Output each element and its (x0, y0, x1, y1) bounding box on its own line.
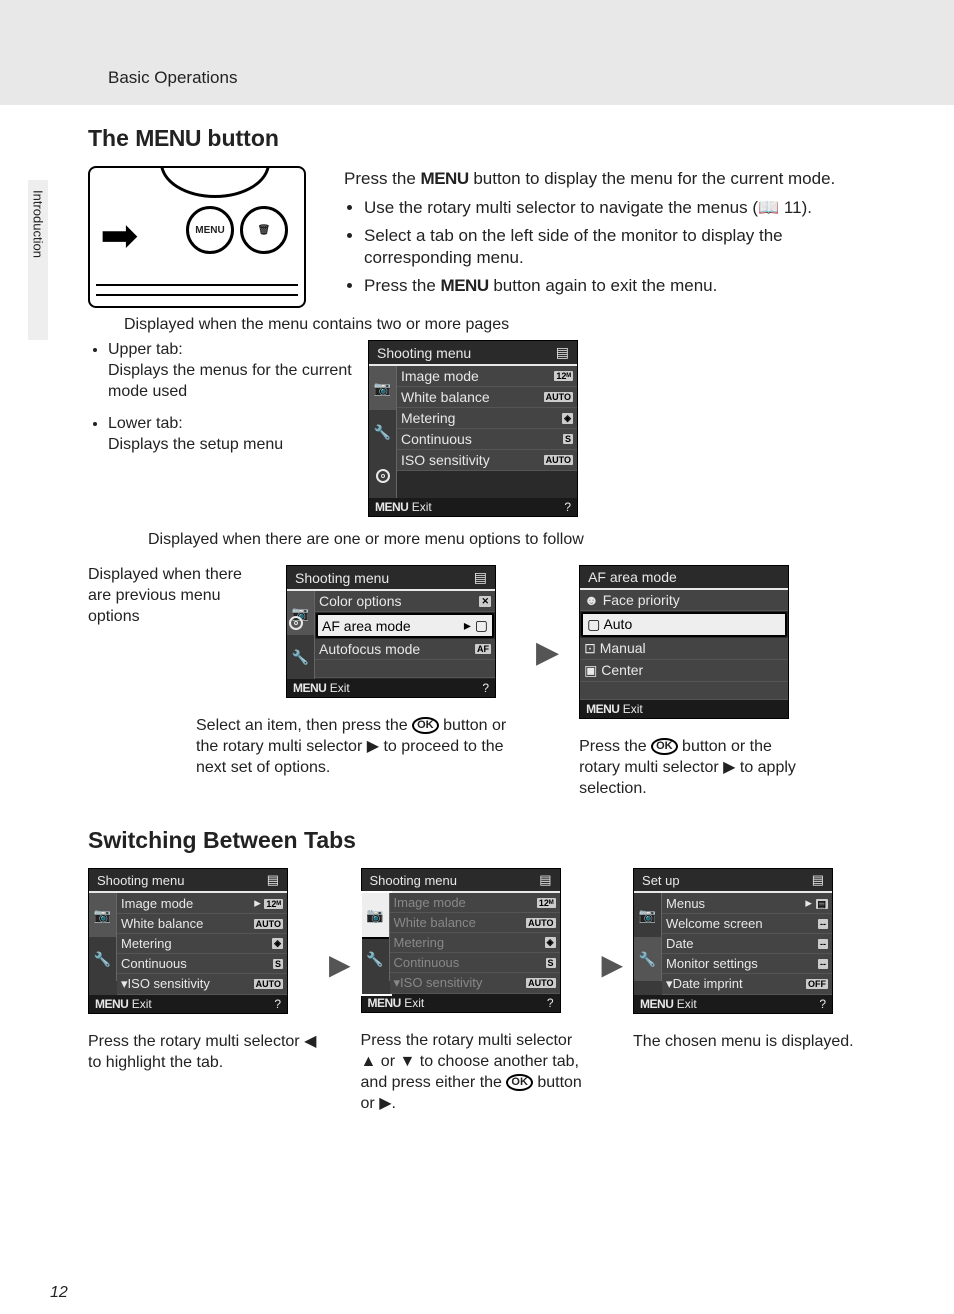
help-icon: ? (274, 997, 281, 1011)
camera-tab-icon: 📷 (362, 893, 390, 937)
camera-tab-icon: 📷 (287, 591, 315, 635)
arrow-icon: ➡ (100, 208, 139, 262)
ok-button-icon: OK (506, 1074, 533, 1091)
scroll-icon: ▤ (556, 344, 569, 361)
arrow-right-icon: ▶ (329, 948, 351, 981)
page-number: 12 (50, 1284, 68, 1302)
camera-tab-icon: 📷 (89, 893, 117, 937)
side-tab: Introduction (28, 180, 48, 340)
arrow-right-icon: ▶ (536, 635, 559, 670)
setup-tab-icon: 🔧 (287, 635, 315, 679)
setup-tab-icon: 🔧 (362, 937, 390, 981)
page-content: The MENU button ➡ MENU 🗑 Press the MENU … (0, 125, 954, 1169)
camera-tab-icon: 📷 (634, 893, 662, 937)
tab-descriptions: Upper tab:Displays the menus for the cur… (88, 340, 354, 468)
help-icon: ? (482, 681, 489, 695)
chapter-title: Basic Operations (108, 68, 237, 88)
caption-step-3: The chosen menu is displayed. (633, 1032, 864, 1053)
menu-screenshot-2-col: Shooting menu▤ 📷 🔧 Color options✕ AF are… (286, 565, 516, 778)
camera-illustration: ➡ MENU 🗑 (88, 166, 306, 308)
setup-tab-icon: 🔧 (369, 410, 397, 454)
side-tab-label: Introduction (31, 190, 46, 258)
menu-screenshot-3-col: AF area mode ☻ Face priority ▢ Auto ⊡ Ma… (579, 565, 809, 799)
switch-step-2: Shooting menu▤ 📷 🔧 Image mode12ᴹ White b… (361, 868, 592, 1114)
help-icon: ? (819, 997, 826, 1011)
help-icon: ? (564, 500, 571, 514)
camera-tab-icon: 📷 (369, 366, 397, 410)
menu-word: MENU (135, 125, 201, 151)
menu-button-icon: MENU (186, 206, 234, 254)
ok-button-icon: OK (412, 717, 439, 734)
bullet-exit: Press the MENU button again to exit the … (364, 275, 864, 297)
switch-step-3: Set up▤ 📷🔧 Menus▸ ▤ Welcome screen-- Dat… (633, 868, 864, 1053)
heading-switching-tabs: Switching Between Tabs (88, 827, 864, 854)
arrow-right-icon: ▶ (601, 948, 623, 981)
menu-screenshot-1: Shooting menu▤ 📷 🔧 Image mode12ᴹ White b… (368, 340, 578, 517)
caption-step-1: Press the rotary multi selector ◀ to hig… (88, 1032, 319, 1074)
caption-select: Select an item, then press the OK button… (196, 716, 516, 778)
header-band: Basic Operations (0, 0, 954, 105)
setup-tab-icon: 🔧 (634, 937, 662, 981)
bullet-select-tab: Select a tab on the left side of the mon… (364, 225, 864, 269)
target-icon (369, 454, 397, 498)
caption-step-2: Press the rotary multi selector ▲ or ▼ t… (361, 1031, 592, 1114)
heading-menu-button: The MENU button (88, 125, 864, 152)
note-previous: Displayed when there are previous menu o… (88, 565, 266, 627)
ok-button-icon: OK (651, 738, 678, 755)
scroll-icon: ▤ (474, 569, 487, 586)
trash-button-icon: 🗑 (240, 206, 288, 254)
intro-text: Press the MENU button to display the men… (344, 166, 864, 308)
switch-step-1: Shooting menu▤ 📷🔧 Image mode▸ 12ᴹ White … (88, 868, 319, 1074)
caption-apply: Press the OK button or the rotary multi … (579, 737, 809, 799)
note-pages: Displayed when the menu contains two or … (124, 316, 864, 334)
note-follow: Displayed when there are one or more men… (148, 531, 864, 549)
setup-tab-icon: 🔧 (89, 937, 117, 981)
help-icon: ? (547, 996, 554, 1010)
bullet-navigate: Use the rotary multi selector to navigat… (364, 197, 864, 219)
camera-dial-icon (160, 166, 270, 198)
